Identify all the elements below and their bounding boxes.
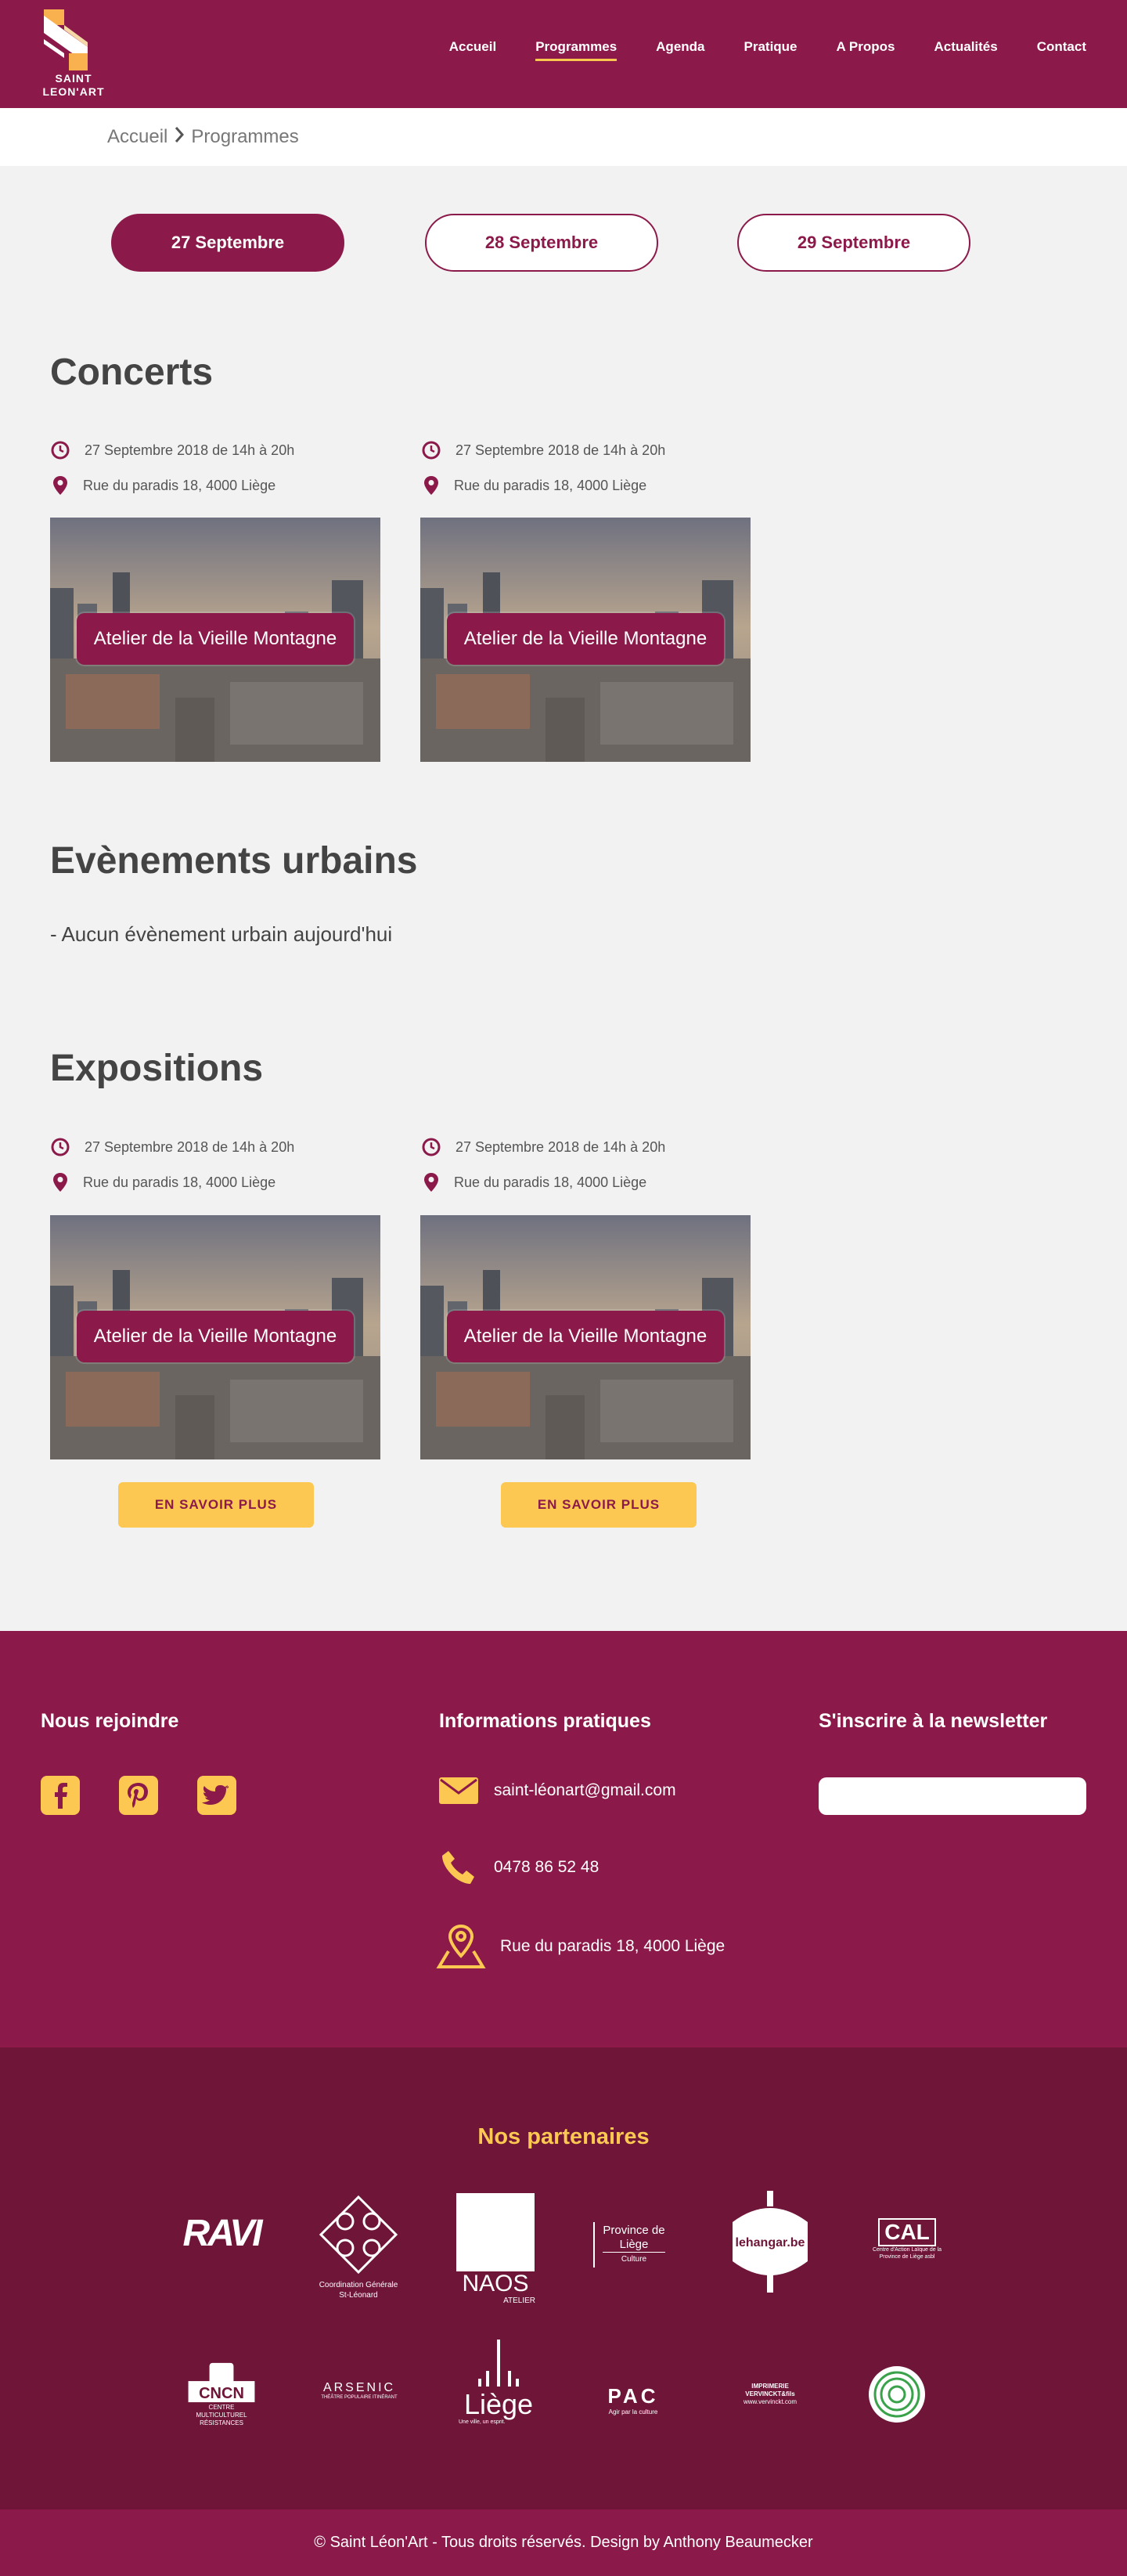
site-header: SAINT LEON'ART Accueil Programmes Agenda… <box>0 0 1127 108</box>
footer-email[interactable]: saint-léonart@gmail.com <box>439 1777 676 1804</box>
newsletter-input[interactable] <box>819 1777 1086 1815</box>
event-card-image[interactable]: Atelier de la Vieille Montagne <box>50 1215 380 1459</box>
site-logo[interactable]: SAINT LEON'ART <box>33 8 114 102</box>
map-pin-icon <box>436 1925 486 1968</box>
breadcrumb-home[interactable]: Accueil <box>107 126 167 148</box>
partner-logo-cncn[interactable]: CNCN CENTRE MULTICULTUREL RÉSISTANCES <box>182 2361 261 2427</box>
event-time: 27 Septembre 2018 de 14h à 20h <box>50 440 294 460</box>
date-tab-29[interactable]: 29 Septembre <box>737 214 970 272</box>
partner-logo-pac[interactable]: PAC Agir par la culture <box>593 2380 673 2419</box>
spiral-emblem-icon <box>319 2195 398 2274</box>
event-card-image[interactable]: Atelier de la Vieille Montagne <box>420 1215 751 1459</box>
site-footer <box>0 1631 1127 2047</box>
breadcrumb-current: Programmes <box>191 126 299 147</box>
event-address: Rue du paradis 18, 4000 Liège <box>423 475 646 496</box>
event-address: Rue du paradis 18, 4000 Liège <box>52 475 275 496</box>
footer-info-title: Informations pratiques <box>439 1710 651 1732</box>
twitter-icon[interactable] <box>197 1776 236 1815</box>
partner-logo-province[interactable]: Province de Liège Culture <box>593 2222 673 2268</box>
footer-address: Rue du paradis 18, 4000 Liège <box>436 1925 725 1968</box>
partner-logo-cal[interactable]: CAL Centre d'Action Laïque de la Provinc… <box>867 2217 947 2261</box>
main-nav: Accueil Programmes Agenda Pratique A Pro… <box>410 39 1086 61</box>
footer-phone[interactable]: 0478 86 52 48 <box>439 1848 599 1887</box>
nav-agenda[interactable]: Agenda <box>656 39 704 61</box>
section-title-expositions: Expositions <box>50 1048 264 1089</box>
event-time: 27 Septembre 2018 de 14h à 20h <box>421 1137 665 1157</box>
nav-pratique[interactable]: Pratique <box>744 39 798 61</box>
partner-logo-arsenic[interactable]: ARSENIC THÉÂTRE POPULAIRE ITINÉRANT <box>319 2377 399 2404</box>
footer-join-title: Nous rejoindre <box>41 1710 179 1732</box>
chevron-right-icon <box>174 126 185 149</box>
event-time: 27 Septembre 2018 de 14h à 20h <box>50 1137 294 1157</box>
nav-a-propos[interactable]: A Propos <box>837 39 895 61</box>
clock-icon <box>422 441 441 460</box>
event-time: 27 Septembre 2018 de 14h à 20h <box>421 440 665 460</box>
perron-emblem-icon <box>478 2339 519 2387</box>
clock-icon <box>51 441 70 460</box>
event-card-image[interactable]: Atelier de la Vieille Montagne <box>420 518 751 762</box>
empty-message: - Aucun évènement urbain aujourd'hui <box>50 922 393 946</box>
breadcrumb: Accueil Programmes <box>0 108 1127 166</box>
naos-square <box>456 2192 535 2271</box>
footer-newsletter-title: S'inscrire à la newsletter <box>819 1710 1048 1732</box>
date-tab-28[interactable]: 28 Septembre <box>425 214 658 272</box>
event-card-label: Atelier de la Vieille Montagne <box>77 613 354 665</box>
partner-logo-ravi[interactable]: RAVI <box>180 2211 263 2255</box>
location-pin-icon <box>424 476 438 495</box>
location-pin-icon <box>424 1173 438 1192</box>
section-title-concerts: Concerts <box>50 352 214 393</box>
logo-text: SAINT LEON'ART <box>42 72 105 98</box>
clock-icon <box>51 1138 70 1156</box>
location-pin-icon <box>53 476 67 495</box>
pinterest-icon[interactable] <box>119 1776 158 1815</box>
copyright-bar: © Saint Léon'Art - Tous droits réservés.… <box>0 2509 1127 2576</box>
partner-logo-coordination[interactable]: Coordination Générale St-Léonard <box>313 2189 404 2307</box>
vinyl-record-icon <box>869 2366 925 2423</box>
partner-logo-naos[interactable]: NAOS ATELIER <box>455 2190 535 2307</box>
partner-logo-liege[interactable]: Liège Une ville, un esprit. <box>459 2333 538 2430</box>
event-card-label: Atelier de la Vieille Montagne <box>447 1311 724 1362</box>
en-savoir-plus-button[interactable]: EN SAVOIR PLUS <box>501 1482 697 1528</box>
event-address: Rue du paradis 18, 4000 Liège <box>423 1172 646 1192</box>
partner-logo-vervinckt[interactable]: IMPRIMERIE VERVINCKT&fils www.vervinckt.… <box>729 2379 811 2410</box>
location-pin-icon <box>53 1173 67 1192</box>
facebook-icon[interactable] <box>41 1776 80 1815</box>
nav-actualites[interactable]: Actualités <box>934 39 997 61</box>
event-card-label: Atelier de la Vieille Montagne <box>77 1311 354 1362</box>
mail-icon <box>439 1777 478 1804</box>
event-card-image[interactable]: Atelier de la Vieille Montagne <box>50 518 380 762</box>
section-title-urbains: Evènements urbains <box>50 840 418 882</box>
partner-logo-vinyl[interactable] <box>867 2365 927 2424</box>
phone-icon <box>442 1851 474 1884</box>
partner-logo-lehangar[interactable]: lehangar.be <box>729 2191 811 2293</box>
nav-programmes[interactable]: Programmes <box>535 39 617 61</box>
event-card-label: Atelier de la Vieille Montagne <box>447 613 724 665</box>
partners-title: Nos partenaires <box>477 2124 650 2149</box>
en-savoir-plus-button[interactable]: EN SAVOIR PLUS <box>118 1482 314 1528</box>
logo-mark <box>44 9 88 70</box>
nav-contact[interactable]: Contact <box>1037 39 1086 61</box>
event-address: Rue du paradis 18, 4000 Liège <box>52 1172 275 1192</box>
nav-accueil[interactable]: Accueil <box>449 39 496 61</box>
date-tab-27[interactable]: 27 Septembre <box>111 214 344 272</box>
partners-section <box>0 2047 1127 2509</box>
clock-icon <box>422 1138 441 1156</box>
